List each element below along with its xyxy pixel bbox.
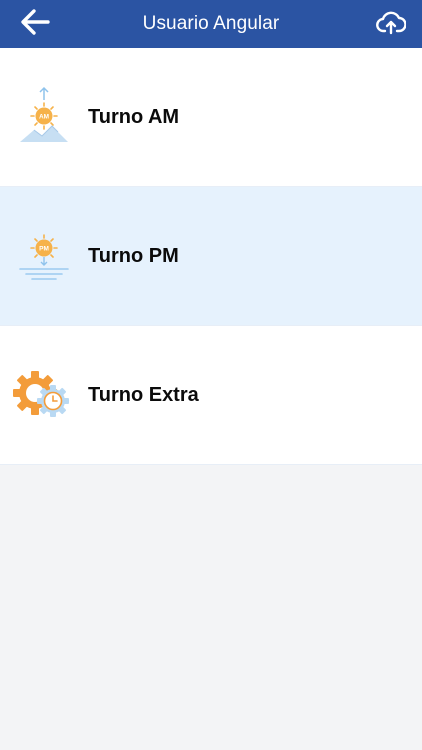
shift-list: AM Turno AM PM Turno PM Turno Extra — [0, 48, 422, 465]
shift-label: Turno Extra — [88, 383, 199, 406]
app-screen: Usuario Angular AM Turno AM PM Turno PM … — [0, 0, 422, 750]
top-app-bar: Usuario Angular — [0, 0, 422, 48]
svg-text:PM: PM — [39, 246, 49, 253]
gear-clock-icon — [0, 360, 88, 430]
shift-item-am[interactable]: AM Turno AM — [0, 48, 422, 187]
sunset-pm-icon: PM — [0, 221, 88, 291]
shift-label: Turno PM — [88, 244, 179, 267]
svg-text:AM: AM — [39, 114, 49, 121]
sunrise-am-icon: AM — [0, 82, 88, 152]
shift-label: Turno AM — [88, 105, 180, 128]
back-button[interactable] — [18, 8, 52, 40]
shift-item-extra[interactable]: Turno Extra — [0, 326, 422, 465]
shift-item-pm[interactable]: PM Turno PM — [0, 187, 422, 326]
cloud-upload-icon — [376, 9, 407, 40]
page-title: Usuario Angular — [142, 13, 280, 34]
arrow-left-icon — [20, 8, 50, 41]
upload-button[interactable] — [374, 8, 408, 40]
